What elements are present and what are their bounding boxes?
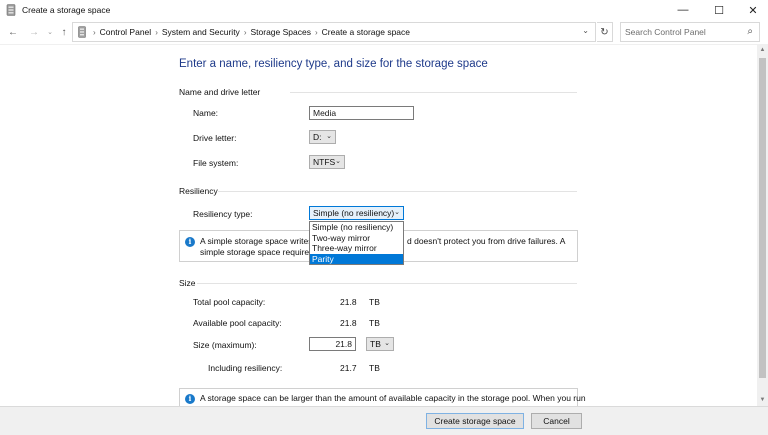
chevron-down-icon: ⌄ (47, 29, 53, 36)
breadcrumb-separator[interactable]: › (315, 28, 318, 37)
resiliency-type-value: Simple (no resiliency) (313, 208, 395, 218)
resiliency-section-title: Resiliency (179, 186, 218, 196)
minimize-icon: — (677, 4, 689, 16)
window-title: Create a storage space (22, 5, 111, 15)
breadcrumb-storage-spaces[interactable]: Storage Spaces (250, 27, 310, 37)
section-divider (218, 191, 577, 192)
resiliency-info-line2: simple storage space requires (200, 247, 314, 257)
address-dropdown-icon[interactable]: ⌄ (582, 26, 589, 35)
including-resiliency-label: Including resiliency: (208, 363, 283, 373)
including-resiliency-unit: TB (369, 363, 380, 373)
chevron-down-icon: ⌄ (326, 133, 332, 140)
breadcrumb-separator[interactable]: › (93, 28, 96, 37)
drive-letter-label: Drive letter: (193, 133, 237, 143)
including-resiliency-value: 21.7 (340, 363, 357, 373)
recent-locations-button[interactable]: ⌄ (43, 24, 57, 40)
navigation-bar: ← → ⌄ ↑ › Control Panel › System and Securi… (0, 21, 768, 43)
breadcrumb-create-storage-space[interactable]: Create a storage space (322, 27, 410, 37)
name-label: Name: (193, 108, 219, 118)
search-input[interactable] (625, 26, 735, 38)
info-icon: i (185, 237, 195, 247)
address-bar[interactable]: › Control Panel › System and Security › Stora… (72, 22, 596, 42)
resiliency-type-select[interactable]: Simple (no resiliency) ⌄ (309, 206, 404, 220)
minimize-button[interactable]: — (666, 0, 700, 20)
available-capacity-label: Available pool capacity: (193, 318, 282, 328)
file-system-label: File system: (193, 158, 239, 168)
forward-arrow-icon: → (29, 26, 39, 38)
maximize-button[interactable]: ☐ (702, 0, 736, 20)
dropdown-option-two-way-mirror[interactable]: Two-way mirror (310, 233, 403, 244)
dropdown-option-parity[interactable]: Parity (310, 253, 403, 264)
size-unit-select[interactable]: TB ⌄ (366, 337, 394, 351)
resiliency-dropdown-list: Simple (no resiliency) Two-way mirror Th… (309, 221, 404, 265)
search-box[interactable]: ⌕ (620, 22, 760, 42)
size-maximum-label: Size (maximum): (193, 340, 257, 350)
drive-letter-select[interactable]: D: ⌄ (309, 130, 336, 144)
breadcrumb: › Control Panel › System and Security › Stora… (89, 27, 410, 37)
breadcrumb-control-panel[interactable]: Control Panel (100, 27, 152, 37)
footer-bar: Create storage space Cancel (0, 406, 768, 435)
size-unit-value: TB (370, 339, 381, 349)
scroll-up-icon[interactable]: ▲ (757, 44, 768, 56)
section-divider (197, 283, 577, 284)
size-info-box: i A storage space can be larger than the… (179, 388, 586, 406)
resiliency-info-line1-left: A simple storage space writes (200, 236, 313, 246)
drive-letter-value: D: (313, 132, 322, 142)
size-section-title: Size (179, 278, 196, 288)
resiliency-info-line1-right: d doesn't protect you from drive failure… (407, 236, 566, 246)
chevron-down-icon: ⌄ (384, 340, 390, 347)
up-arrow-icon: ↑ (61, 26, 67, 38)
forward-button[interactable]: → (27, 24, 41, 40)
info-icon: i (185, 394, 195, 404)
dropdown-option-simple[interactable]: Simple (no resiliency) (310, 222, 403, 233)
dropdown-option-three-way-mirror[interactable]: Three-way mirror (310, 243, 403, 254)
create-storage-space-button[interactable]: Create storage space (426, 413, 524, 429)
file-system-value: NTFS (313, 157, 336, 167)
up-button[interactable]: ↑ (57, 24, 71, 40)
search-icon[interactable]: ⌕ (747, 26, 753, 37)
size-info-text: A storage space can be larger than the a… (200, 393, 586, 403)
available-capacity-value: 21.8 (340, 318, 357, 328)
refresh-button[interactable]: ↻ (597, 22, 613, 42)
breadcrumb-separator[interactable]: › (244, 28, 247, 37)
refresh-icon: ↻ (600, 26, 609, 38)
storage-spaces-icon (78, 26, 86, 38)
chevron-down-icon: ⌄ (394, 209, 400, 216)
maximize-icon: ☐ (714, 4, 724, 17)
breadcrumb-separator[interactable]: › (155, 28, 158, 37)
back-button[interactable]: ← (6, 24, 20, 40)
resiliency-type-label: Resiliency type: (193, 209, 253, 219)
name-section-title: Name and drive letter (179, 87, 261, 97)
breadcrumb-system-and-security[interactable]: System and Security (162, 27, 240, 37)
total-capacity-value: 21.8 (340, 297, 357, 307)
title-bar: Create a storage space — ☐ ✕ (0, 0, 768, 20)
back-arrow-icon: ← (8, 26, 18, 38)
close-button[interactable]: ✕ (736, 0, 768, 20)
total-capacity-unit: TB (369, 297, 380, 307)
section-divider (290, 92, 577, 93)
file-system-select[interactable]: NTFS ⌄ (309, 155, 345, 169)
vertical-scrollbar[interactable]: ▲ ▼ (757, 44, 768, 406)
cancel-button[interactable]: Cancel (531, 413, 582, 429)
size-input[interactable]: 21.8 (309, 337, 356, 351)
scroll-down-icon[interactable]: ▼ (757, 394, 768, 406)
scrollbar-thumb[interactable] (759, 58, 766, 378)
page-title: Enter a name, resiliency type, and size … (179, 58, 488, 70)
total-capacity-label: Total pool capacity: (193, 297, 266, 307)
close-icon: ✕ (748, 4, 758, 17)
available-capacity-unit: TB (369, 318, 380, 328)
name-field[interactable]: Media (309, 106, 414, 120)
storage-spaces-app-icon (6, 4, 16, 16)
chevron-down-icon: ⌄ (335, 158, 341, 165)
